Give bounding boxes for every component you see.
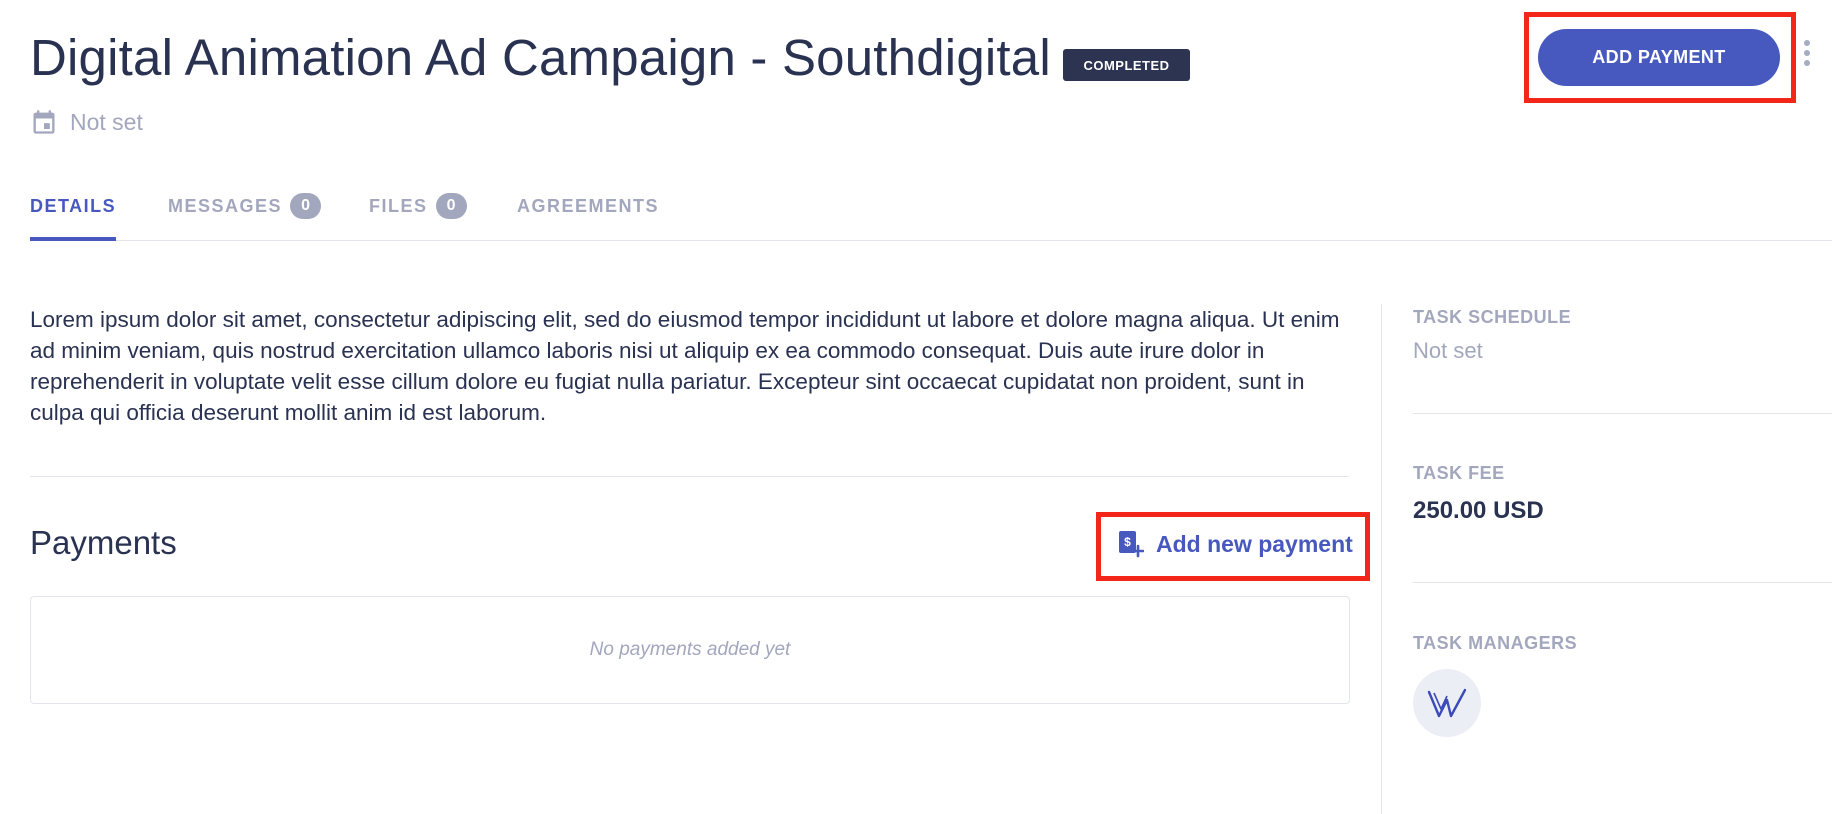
page-title: Digital Animation Ad Campaign - Southdig…	[30, 29, 1051, 86]
task-managers-label: TASK MANAGERS	[1413, 633, 1578, 653]
messages-count-badge: 0	[290, 193, 322, 219]
date-value: Not set	[70, 108, 143, 135]
calendar-icon	[33, 110, 55, 134]
tab-label: FILES	[369, 196, 428, 216]
add-payment-button[interactable]: ADD PAYMENT	[1538, 29, 1780, 86]
payments-heading: Payments	[30, 524, 177, 561]
avatar[interactable]	[1413, 669, 1481, 737]
svg-text:$: $	[1124, 535, 1131, 549]
tab-files[interactable]: FILES 0	[369, 193, 467, 240]
task-date: Not set	[30, 108, 143, 136]
divider	[30, 476, 1349, 477]
tab-agreements[interactable]: AGREEMENTS	[517, 196, 659, 240]
tab-details[interactable]: DETAILS	[30, 196, 117, 241]
add-new-payment-label: Add new payment	[1156, 530, 1353, 557]
tab-label: DETAILS	[30, 196, 117, 216]
divider	[1413, 413, 1832, 414]
task-schedule-label: TASK SCHEDULE	[1413, 307, 1572, 327]
tab-bar: DETAILS MESSAGES 0 FILES 0 AGREEMENTS	[30, 193, 1832, 241]
add-payment-icon: $	[1119, 531, 1144, 558]
manager-logo	[1427, 688, 1467, 718]
task-fee-value: 250.00 USD	[1413, 497, 1544, 524]
tab-messages[interactable]: MESSAGES 0	[168, 193, 322, 240]
payments-list: No payments added yet	[30, 596, 1350, 704]
tab-label: AGREEMENTS	[517, 196, 660, 216]
divider	[1413, 582, 1832, 583]
task-fee-label: TASK FEE	[1413, 463, 1505, 483]
add-new-payment-link[interactable]: $ Add new payment	[1118, 530, 1353, 558]
task-description: Lorem ipsum dolor sit amet, consectetur …	[30, 307, 1340, 425]
tab-label: MESSAGES	[168, 196, 283, 216]
more-vertical-icon[interactable]	[1800, 40, 1814, 74]
task-schedule-value: Not set	[1413, 338, 1483, 363]
files-count-badge: 0	[435, 193, 467, 219]
status-badge: COMPLETED	[1063, 49, 1190, 81]
sidebar-divider	[1381, 304, 1382, 814]
empty-state-text: No payments added yet	[589, 639, 791, 660]
